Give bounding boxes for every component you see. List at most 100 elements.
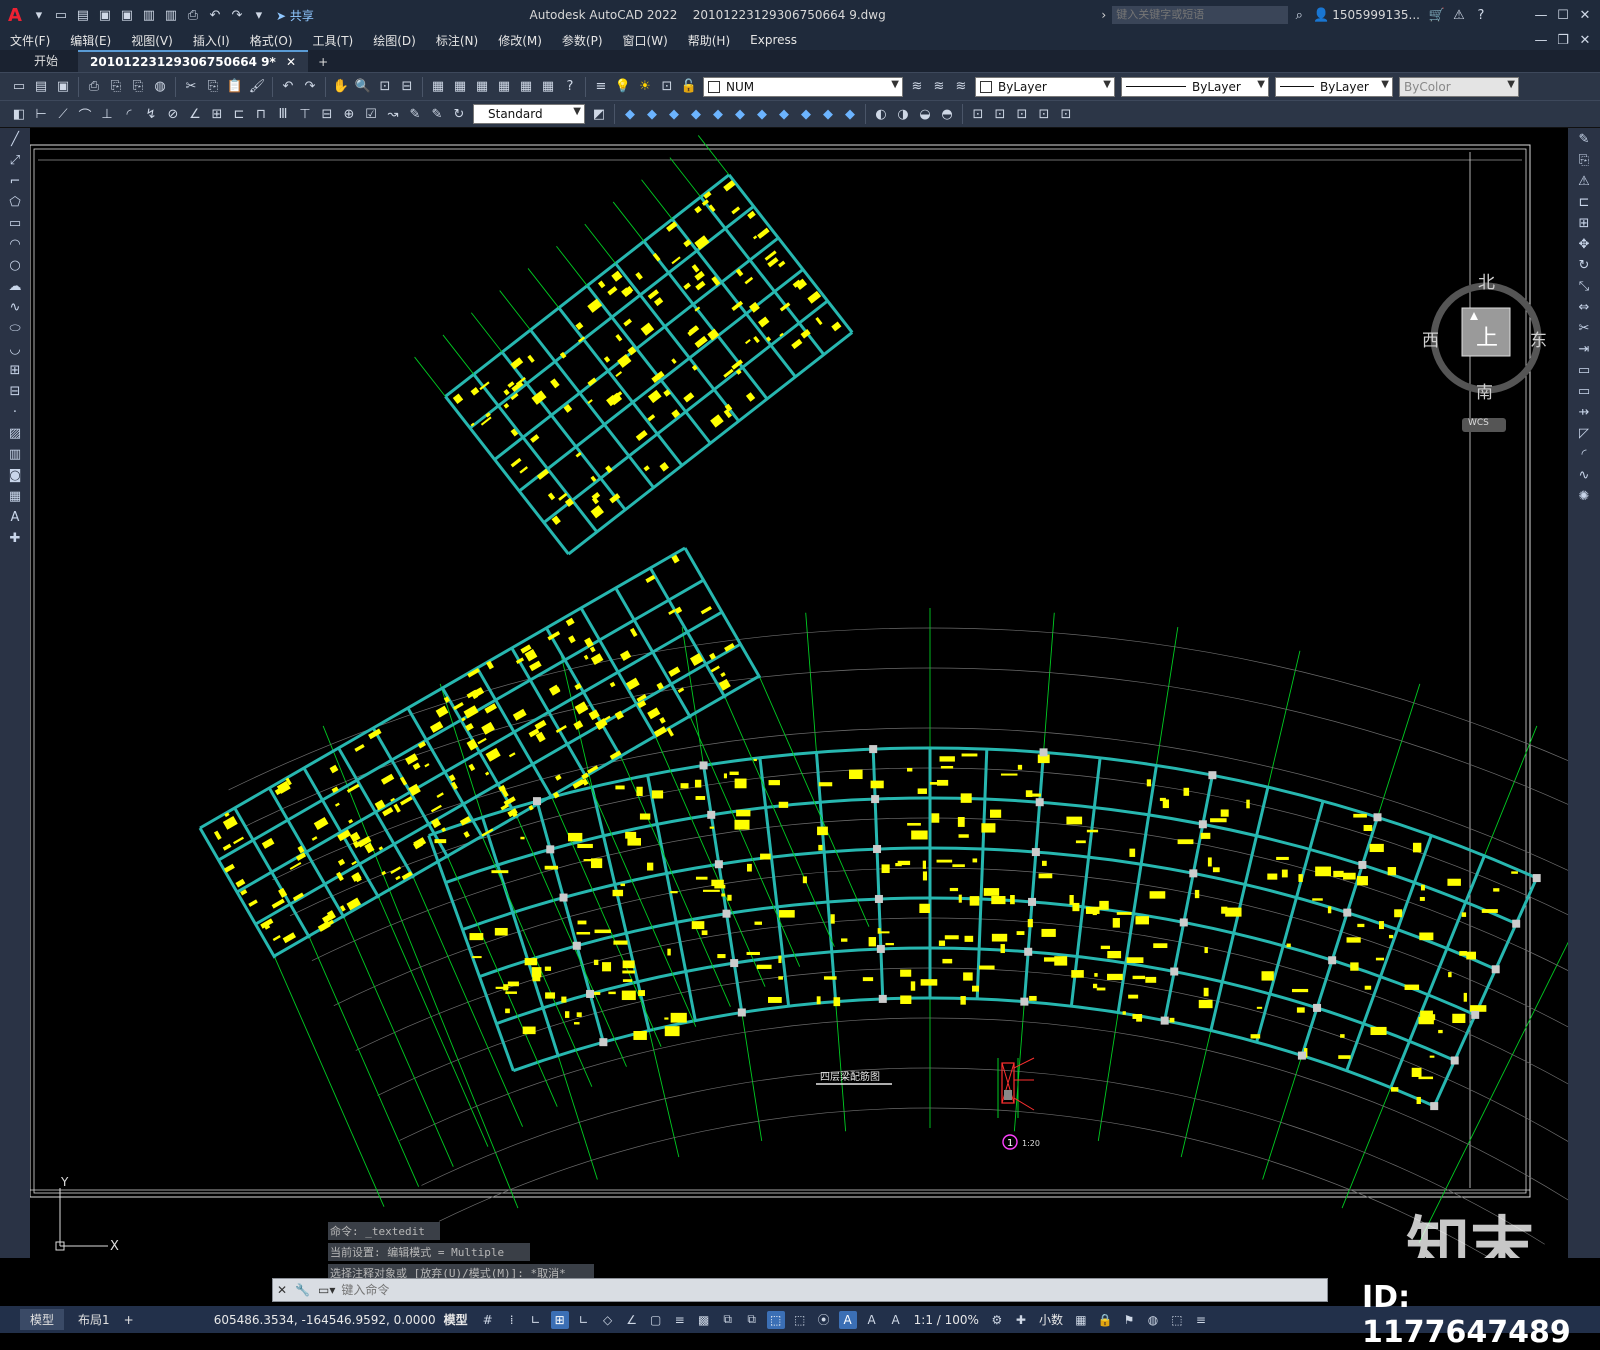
share-button[interactable]: ➤ 共享 bbox=[276, 7, 314, 24]
union-icon[interactable]: ◐ bbox=[872, 105, 890, 123]
command-close-icon[interactable]: ✕ bbox=[277, 1283, 287, 1297]
erase-icon[interactable]: ✎ bbox=[1573, 131, 1595, 149]
lineweight-icon[interactable]: ≡ bbox=[671, 1311, 689, 1329]
annotation-scale-value[interactable]: 1:1 / 100% bbox=[914, 1313, 979, 1327]
viewcube-south[interactable]: 南 bbox=[1476, 378, 1493, 403]
user-icon[interactable]: 👤 bbox=[1312, 6, 1330, 24]
menu-view[interactable]: 视图(V) bbox=[131, 32, 173, 49]
table-icon[interactable]: ▦ bbox=[4, 488, 26, 506]
user-name[interactable]: 1505999135... bbox=[1332, 8, 1420, 22]
lineweight-dropdown[interactable]: ByLayer ▼ bbox=[1275, 76, 1393, 97]
layer-state-icon[interactable]: ≋ bbox=[952, 78, 970, 96]
dim-edit-icon[interactable]: ✎ bbox=[406, 105, 424, 123]
polygon-icon[interactable]: ⬠ bbox=[4, 194, 26, 212]
break-point-icon[interactable]: ▭ bbox=[1573, 362, 1595, 380]
dim-ordinate-icon[interactable]: ⊥ bbox=[98, 105, 116, 123]
layer-freeze-icon[interactable]: ☀ bbox=[636, 78, 654, 96]
gradient-icon[interactable]: ▥ bbox=[4, 446, 26, 464]
menu-insert[interactable]: 插入(I) bbox=[193, 32, 230, 49]
expand-search-icon[interactable]: › bbox=[1101, 8, 1106, 22]
save-as-icon[interactable]: ▣ bbox=[118, 6, 136, 24]
customization-icon[interactable]: ≡ bbox=[1192, 1311, 1210, 1329]
subtract-icon[interactable]: ◑ bbox=[894, 105, 912, 123]
snap-icon[interactable]: ⁞ bbox=[503, 1311, 521, 1329]
point-icon[interactable]: · bbox=[4, 404, 26, 422]
markup-icon[interactable]: ▦ bbox=[517, 78, 535, 96]
qnew-icon[interactable]: ▭ bbox=[10, 78, 28, 96]
auto-scale-icon[interactable]: A bbox=[863, 1311, 881, 1329]
3dprint-icon[interactable]: ◍ bbox=[151, 78, 169, 96]
arc-icon[interactable]: ◠ bbox=[4, 236, 26, 254]
paste-icon[interactable]: 📋 bbox=[226, 78, 244, 96]
intersect-icon[interactable]: ◒ bbox=[916, 105, 934, 123]
pan-icon[interactable]: ✋ bbox=[332, 78, 350, 96]
ellipse-icon[interactable]: ⬭ bbox=[4, 320, 26, 338]
make-current-icon[interactable]: ≋ bbox=[908, 78, 926, 96]
linetype-dropdown[interactable]: ByLayer ▼ bbox=[1121, 76, 1269, 97]
menu-dimension[interactable]: 标注(N) bbox=[436, 32, 478, 49]
scale-icon[interactable]: ⤡ bbox=[1573, 278, 1595, 296]
model-space-button[interactable]: 模型 bbox=[444, 1311, 468, 1328]
autocad-logo-icon[interactable]: A bbox=[8, 5, 22, 26]
imprint-icon[interactable]: ⊡ bbox=[1035, 105, 1053, 123]
dim-linear-icon[interactable]: ⊢ bbox=[32, 105, 50, 123]
open-file-icon[interactable]: ▤ bbox=[74, 6, 92, 24]
spline-icon[interactable]: ∿ bbox=[4, 299, 26, 317]
app-menu-chevron-icon[interactable]: ▾ bbox=[30, 6, 48, 24]
object-track-icon[interactable]: ∠ bbox=[623, 1311, 641, 1329]
command-input[interactable] bbox=[339, 1282, 1327, 1298]
dim-break-icon[interactable]: ⊤ bbox=[296, 105, 314, 123]
help-search-input[interactable] bbox=[1112, 6, 1289, 24]
calculator-icon[interactable]: ▦ bbox=[539, 78, 557, 96]
rotate-icon[interactable]: ↻ bbox=[1573, 257, 1595, 275]
publish-icon[interactable]: ⎘ bbox=[129, 78, 147, 96]
dim-style-dropdown[interactable]: Standard ▼ bbox=[473, 104, 585, 124]
dynamic-input-icon[interactable]: ⊞ bbox=[550, 1310, 569, 1329]
center-mark-icon[interactable]: ⊕ bbox=[340, 105, 358, 123]
fillet-icon[interactable]: ◜ bbox=[1573, 446, 1595, 464]
menu-edit[interactable]: 编辑(E) bbox=[70, 32, 111, 49]
cut-icon[interactable]: ✂ bbox=[182, 78, 200, 96]
break-icon[interactable]: ▭ bbox=[1573, 383, 1595, 401]
zoom-window-icon[interactable]: ⊡ bbox=[376, 78, 394, 96]
blend-icon[interactable]: ∿ bbox=[1573, 467, 1595, 485]
zoom-realtime-icon[interactable]: 🔍 bbox=[354, 78, 372, 96]
viewcube[interactable]: 北 南 东 西 上 WCS bbox=[1422, 273, 1550, 440]
annotation-scale-icon[interactable]: A bbox=[887, 1311, 905, 1329]
gizmo-icon[interactable]: ⦿ bbox=[815, 1311, 833, 1329]
units-value[interactable]: 小数 bbox=[1039, 1311, 1063, 1328]
menu-window[interactable]: 窗口(W) bbox=[623, 32, 668, 49]
undo-tb-icon[interactable]: ↶ bbox=[279, 78, 297, 96]
plot-tb-icon[interactable]: ⎙ bbox=[85, 78, 103, 96]
color-dropdown[interactable]: ByLayer ▼ bbox=[975, 76, 1115, 97]
doc-minimize-icon[interactable]: — bbox=[1532, 31, 1550, 49]
construction-line-icon[interactable]: ⤢ bbox=[4, 152, 26, 170]
tab-layout1[interactable]: 布局1 bbox=[68, 1309, 120, 1330]
separate-icon[interactable]: ⊡ bbox=[1013, 105, 1031, 123]
menu-modify[interactable]: 修改(M) bbox=[498, 32, 542, 49]
mtext-icon[interactable]: A bbox=[4, 509, 26, 527]
revcloud-icon[interactable]: ☁ bbox=[4, 278, 26, 296]
doc-restore-icon[interactable]: ❐ bbox=[1554, 31, 1572, 49]
open-web-icon[interactable]: ▥ bbox=[140, 6, 158, 24]
array-icon[interactable]: ⊞ bbox=[1573, 215, 1595, 233]
dim-aligned-icon[interactable]: ⟋ bbox=[54, 105, 72, 123]
ellipse-arc-icon[interactable]: ◡ bbox=[4, 341, 26, 359]
dim-diameter-icon[interactable]: ⊘ bbox=[164, 105, 182, 123]
stretch-icon[interactable]: ⇔ bbox=[1573, 299, 1595, 317]
viewcube-north[interactable]: 北 bbox=[1478, 268, 1495, 293]
draworder-icon[interactable]: ◧ bbox=[10, 105, 28, 123]
box-icon[interactable]: ◆ bbox=[621, 105, 639, 123]
menu-parametric[interactable]: 参数(P) bbox=[562, 32, 603, 49]
isolate-icon[interactable]: ⚑ bbox=[1120, 1311, 1138, 1329]
wcs-menu[interactable]: WCS bbox=[1468, 418, 1489, 428]
graphics-performance-icon[interactable]: ◍ bbox=[1144, 1311, 1162, 1329]
matchprop-icon[interactable]: 🖌 bbox=[248, 78, 266, 96]
dim-arc-icon[interactable]: ⌒ bbox=[76, 105, 94, 124]
revolve-icon[interactable]: ◆ bbox=[797, 105, 815, 123]
zoom-previous-icon[interactable]: ⊟ bbox=[398, 78, 416, 96]
shell-icon[interactable]: ⊡ bbox=[991, 105, 1009, 123]
menu-help[interactable]: 帮助(H) bbox=[688, 32, 730, 49]
layer-lock-icon[interactable]: 🔓 bbox=[680, 78, 698, 96]
line-icon[interactable]: ╱ bbox=[4, 131, 26, 149]
